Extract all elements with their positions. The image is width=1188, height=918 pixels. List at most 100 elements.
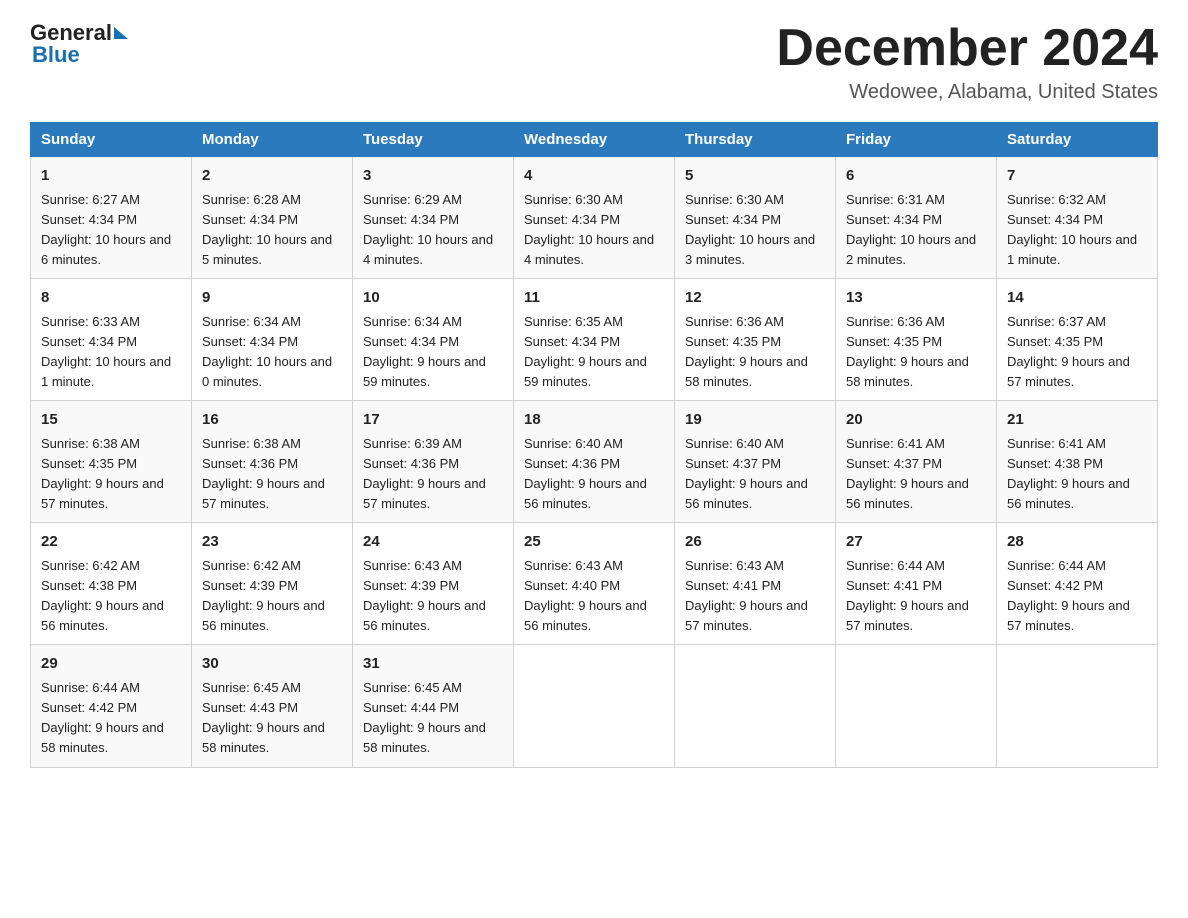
day-number: 9 (202, 287, 342, 310)
day-info: Sunrise: 6:32 AMSunset: 4:34 PMDaylight:… (1007, 192, 1137, 267)
day-info: Sunrise: 6:40 AMSunset: 4:37 PMDaylight:… (685, 436, 808, 511)
calendar-cell: 30 Sunrise: 6:45 AMSunset: 4:43 PMDaylig… (192, 645, 353, 767)
day-info: Sunrise: 6:34 AMSunset: 4:34 PMDaylight:… (363, 314, 486, 389)
calendar-cell: 19 Sunrise: 6:40 AMSunset: 4:37 PMDaylig… (675, 401, 836, 523)
calendar-cell: 12 Sunrise: 6:36 AMSunset: 4:35 PMDaylig… (675, 279, 836, 401)
day-info: Sunrise: 6:36 AMSunset: 4:35 PMDaylight:… (685, 314, 808, 389)
day-number: 29 (41, 653, 181, 676)
header-row: SundayMondayTuesdayWednesdayThursdayFrid… (31, 123, 1158, 157)
calendar-cell: 4 Sunrise: 6:30 AMSunset: 4:34 PMDayligh… (514, 157, 675, 279)
day-number: 28 (1007, 531, 1147, 554)
day-info: Sunrise: 6:42 AMSunset: 4:38 PMDaylight:… (41, 558, 164, 633)
day-number: 22 (41, 531, 181, 554)
calendar-cell: 2 Sunrise: 6:28 AMSunset: 4:34 PMDayligh… (192, 157, 353, 279)
calendar-cell: 27 Sunrise: 6:44 AMSunset: 4:41 PMDaylig… (836, 523, 997, 645)
calendar-cell: 13 Sunrise: 6:36 AMSunset: 4:35 PMDaylig… (836, 279, 997, 401)
week-row-4: 22 Sunrise: 6:42 AMSunset: 4:38 PMDaylig… (31, 523, 1158, 645)
day-info: Sunrise: 6:30 AMSunset: 4:34 PMDaylight:… (685, 192, 815, 267)
day-number: 15 (41, 409, 181, 432)
day-number: 25 (524, 531, 664, 554)
day-number: 5 (685, 165, 825, 188)
calendar-cell: 10 Sunrise: 6:34 AMSunset: 4:34 PMDaylig… (353, 279, 514, 401)
day-info: Sunrise: 6:36 AMSunset: 4:35 PMDaylight:… (846, 314, 969, 389)
day-number: 16 (202, 409, 342, 432)
day-number: 17 (363, 409, 503, 432)
calendar-cell (836, 645, 997, 767)
calendar-cell: 5 Sunrise: 6:30 AMSunset: 4:34 PMDayligh… (675, 157, 836, 279)
calendar-cell: 6 Sunrise: 6:31 AMSunset: 4:34 PMDayligh… (836, 157, 997, 279)
day-number: 2 (202, 165, 342, 188)
day-info: Sunrise: 6:43 AMSunset: 4:40 PMDaylight:… (524, 558, 647, 633)
day-number: 19 (685, 409, 825, 432)
header-friday: Friday (836, 123, 997, 157)
day-number: 12 (685, 287, 825, 310)
page-title: December 2024 (776, 20, 1158, 77)
day-info: Sunrise: 6:31 AMSunset: 4:34 PMDaylight:… (846, 192, 976, 267)
day-info: Sunrise: 6:29 AMSunset: 4:34 PMDaylight:… (363, 192, 493, 267)
day-info: Sunrise: 6:41 AMSunset: 4:38 PMDaylight:… (1007, 436, 1130, 511)
day-info: Sunrise: 6:35 AMSunset: 4:34 PMDaylight:… (524, 314, 647, 389)
calendar-cell (675, 645, 836, 767)
calendar-cell: 16 Sunrise: 6:38 AMSunset: 4:36 PMDaylig… (192, 401, 353, 523)
calendar-cell: 15 Sunrise: 6:38 AMSunset: 4:35 PMDaylig… (31, 401, 192, 523)
header-thursday: Thursday (675, 123, 836, 157)
title-section: December 2024 Wedowee, Alabama, United S… (776, 20, 1158, 104)
calendar-table: SundayMondayTuesdayWednesdayThursdayFrid… (30, 122, 1158, 767)
calendar-cell: 31 Sunrise: 6:45 AMSunset: 4:44 PMDaylig… (353, 645, 514, 767)
day-info: Sunrise: 6:40 AMSunset: 4:36 PMDaylight:… (524, 436, 647, 511)
day-info: Sunrise: 6:42 AMSunset: 4:39 PMDaylight:… (202, 558, 325, 633)
day-info: Sunrise: 6:44 AMSunset: 4:42 PMDaylight:… (41, 680, 164, 755)
day-number: 26 (685, 531, 825, 554)
day-info: Sunrise: 6:30 AMSunset: 4:34 PMDaylight:… (524, 192, 654, 267)
day-info: Sunrise: 6:41 AMSunset: 4:37 PMDaylight:… (846, 436, 969, 511)
logo-triangle-icon (114, 27, 128, 39)
day-number: 7 (1007, 165, 1147, 188)
day-info: Sunrise: 6:38 AMSunset: 4:36 PMDaylight:… (202, 436, 325, 511)
day-info: Sunrise: 6:37 AMSunset: 4:35 PMDaylight:… (1007, 314, 1130, 389)
day-number: 1 (41, 165, 181, 188)
header-wednesday: Wednesday (514, 123, 675, 157)
day-info: Sunrise: 6:38 AMSunset: 4:35 PMDaylight:… (41, 436, 164, 511)
calendar-cell: 11 Sunrise: 6:35 AMSunset: 4:34 PMDaylig… (514, 279, 675, 401)
day-number: 23 (202, 531, 342, 554)
logo-blue-text: Blue (32, 42, 80, 68)
page-header: General Blue December 2024 Wedowee, Alab… (30, 20, 1158, 104)
day-number: 18 (524, 409, 664, 432)
calendar-cell: 1 Sunrise: 6:27 AMSunset: 4:34 PMDayligh… (31, 157, 192, 279)
day-number: 14 (1007, 287, 1147, 310)
calendar-body: 1 Sunrise: 6:27 AMSunset: 4:34 PMDayligh… (31, 157, 1158, 767)
calendar-cell: 26 Sunrise: 6:43 AMSunset: 4:41 PMDaylig… (675, 523, 836, 645)
day-number: 6 (846, 165, 986, 188)
calendar-cell: 22 Sunrise: 6:42 AMSunset: 4:38 PMDaylig… (31, 523, 192, 645)
calendar-cell: 9 Sunrise: 6:34 AMSunset: 4:34 PMDayligh… (192, 279, 353, 401)
day-info: Sunrise: 6:43 AMSunset: 4:39 PMDaylight:… (363, 558, 486, 633)
day-number: 13 (846, 287, 986, 310)
calendar-cell: 25 Sunrise: 6:43 AMSunset: 4:40 PMDaylig… (514, 523, 675, 645)
header-monday: Monday (192, 123, 353, 157)
calendar-cell: 7 Sunrise: 6:32 AMSunset: 4:34 PMDayligh… (997, 157, 1158, 279)
day-number: 21 (1007, 409, 1147, 432)
calendar-cell: 28 Sunrise: 6:44 AMSunset: 4:42 PMDaylig… (997, 523, 1158, 645)
calendar-cell: 20 Sunrise: 6:41 AMSunset: 4:37 PMDaylig… (836, 401, 997, 523)
day-number: 24 (363, 531, 503, 554)
day-number: 10 (363, 287, 503, 310)
day-number: 4 (524, 165, 664, 188)
header-saturday: Saturday (997, 123, 1158, 157)
calendar-cell: 23 Sunrise: 6:42 AMSunset: 4:39 PMDaylig… (192, 523, 353, 645)
day-info: Sunrise: 6:33 AMSunset: 4:34 PMDaylight:… (41, 314, 171, 389)
day-info: Sunrise: 6:44 AMSunset: 4:42 PMDaylight:… (1007, 558, 1130, 633)
calendar-cell: 3 Sunrise: 6:29 AMSunset: 4:34 PMDayligh… (353, 157, 514, 279)
calendar-cell: 17 Sunrise: 6:39 AMSunset: 4:36 PMDaylig… (353, 401, 514, 523)
calendar-cell: 18 Sunrise: 6:40 AMSunset: 4:36 PMDaylig… (514, 401, 675, 523)
day-info: Sunrise: 6:27 AMSunset: 4:34 PMDaylight:… (41, 192, 171, 267)
day-number: 27 (846, 531, 986, 554)
week-row-3: 15 Sunrise: 6:38 AMSunset: 4:35 PMDaylig… (31, 401, 1158, 523)
day-number: 30 (202, 653, 342, 676)
calendar-cell: 29 Sunrise: 6:44 AMSunset: 4:42 PMDaylig… (31, 645, 192, 767)
day-number: 3 (363, 165, 503, 188)
header-tuesday: Tuesday (353, 123, 514, 157)
day-info: Sunrise: 6:34 AMSunset: 4:34 PMDaylight:… (202, 314, 332, 389)
logo: General Blue (30, 20, 130, 68)
header-sunday: Sunday (31, 123, 192, 157)
calendar-cell: 24 Sunrise: 6:43 AMSunset: 4:39 PMDaylig… (353, 523, 514, 645)
